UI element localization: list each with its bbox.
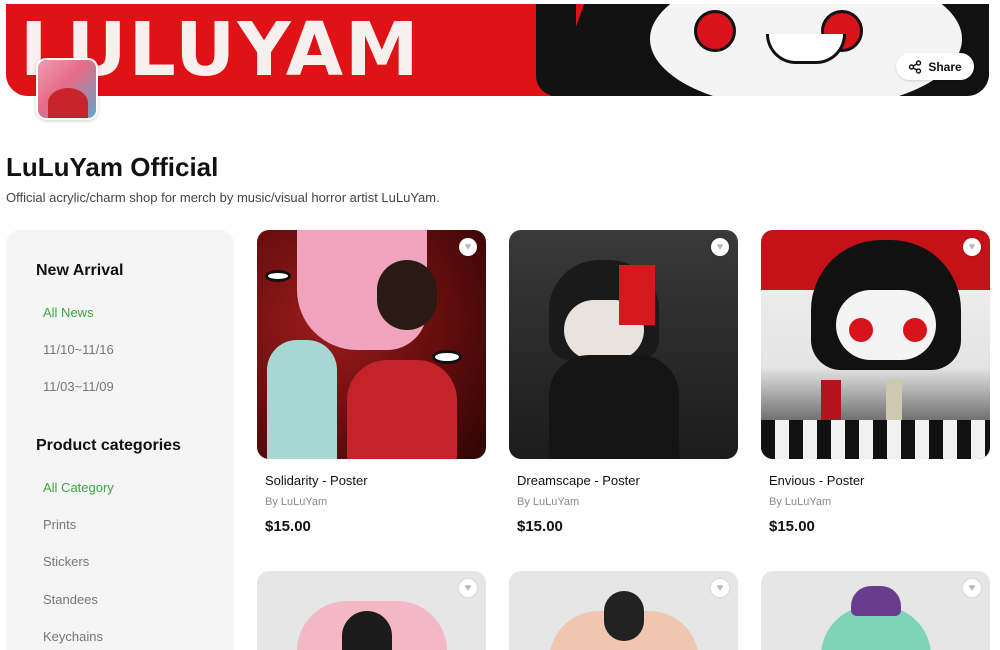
product-image[interactable] [761,230,990,459]
product-name[interactable]: Envious - Poster [769,473,864,488]
banner-eye-left [694,10,736,52]
share-button[interactable]: Share [896,53,974,80]
product-price: $15.00 [769,518,815,535]
sidebar-item-standees[interactable]: Standees [43,592,98,607]
favorite-heart-icon[interactable]: ♥ [963,579,981,597]
sidebar-item-prints[interactable]: Prints [43,517,76,532]
product-categories-heading: Product categories [36,437,181,454]
share-label: Share [928,59,962,74]
product-name[interactable]: Solidarity - Poster [265,473,368,488]
product-image[interactable] [509,571,738,650]
sidebar-item-week-1103[interactable]: 11/03~11/09 [43,379,114,394]
product-artist: By LuLuYam [265,496,328,508]
sidebar-item-all-news[interactable]: All News [43,305,94,320]
share-icon [908,59,922,74]
product-artist: By LuLuYam [769,496,832,508]
sidebar-item-stickers[interactable]: Stickers [43,554,89,569]
shop-description: Official acrylic/charm shop for merch by… [6,190,440,205]
sidebar-item-all-category[interactable]: All Category [43,480,114,495]
shop-banner: LULUYAM [6,4,989,96]
product-image[interactable] [257,230,486,459]
favorite-heart-icon[interactable]: ♥ [459,579,477,597]
favorite-heart-icon[interactable]: ♥ [963,238,981,256]
product-image[interactable] [257,571,486,650]
product-image[interactable] [509,230,738,459]
shop-avatar[interactable] [36,58,98,120]
shop-title: LuLuYam Official [6,152,219,182]
product-price: $15.00 [265,518,311,535]
sidebar-item-keychains[interactable]: Keychains [43,629,103,644]
product-artist: By LuLuYam [517,496,580,508]
sidebar-item-week-1110[interactable]: 11/10~11/16 [43,342,114,357]
favorite-heart-icon[interactable]: ♥ [711,238,729,256]
product-image[interactable] [761,571,990,650]
product-price: $15.00 [517,518,563,535]
banner-hair-left [536,4,576,96]
favorite-heart-icon[interactable]: ♥ [711,579,729,597]
new-arrival-heading: New Arrival [36,262,124,279]
favorite-heart-icon[interactable]: ♥ [459,238,477,256]
product-name[interactable]: Dreamscape - Poster [517,473,640,488]
sidebar: New Arrival All News 11/10~11/16 11/03~1… [6,230,234,650]
